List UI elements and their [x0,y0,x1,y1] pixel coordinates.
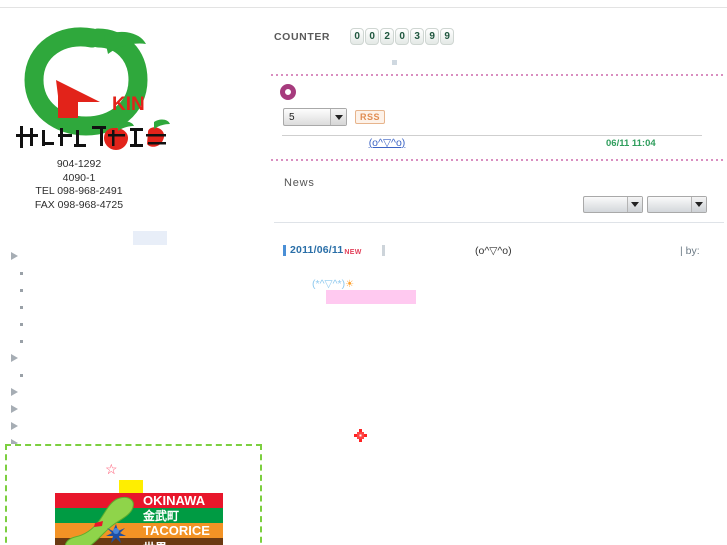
sidebar-item-5[interactable] [8,333,258,350]
new-badge: NEW [344,248,362,256]
triangle-right-icon [11,388,18,396]
dotted-divider-top [271,74,723,76]
tacorice-banner[interactable]: ☆ OKINAWA 金武町 TACORICE [5,444,262,545]
post-header: 2011/06/11 NEW [283,244,385,256]
flower-decor-graphic [354,429,367,442]
news-filter-year-select[interactable] [583,196,643,213]
feed-entry-timestamp: 06/11 11:04 [606,138,656,149]
address-line: 4090-1 [62,171,96,184]
small-square-decor [392,60,397,65]
post-title[interactable]: (o^▽^o) [475,245,512,257]
sidebar-item-6[interactable] [8,350,258,367]
chevron-down-icon [330,109,346,125]
feed-entry-divider [282,135,702,136]
flower-decor-icon [351,426,371,446]
feed-count-value: 5 [289,111,295,123]
square-bullet-icon [20,374,23,377]
news-heading: News [284,177,315,189]
counter-digit: 0 [350,28,365,45]
triangle-right-icon [11,354,18,362]
okinawa-tacorice-graphic: OKINAWA 金武町 TACORICE 世界 [55,493,223,545]
feed-entry-link[interactable]: (o^▽^o) [282,137,492,149]
banner-text-sekai: 世界 [143,540,167,545]
banner-text-kin: 金武町 [142,508,179,523]
rss-badge[interactable]: RSS [355,110,386,124]
counter-label: COUNTER [274,30,331,43]
highlighted-text-block [326,290,416,304]
visitor-counter: COUNTER 0 0 2 0 3 9 9 [274,28,455,45]
counter-digit: 9 [425,28,440,45]
counter-digit: 2 [380,28,395,45]
feed-count-select[interactable]: 5 [283,108,347,126]
news-filter-category-select[interactable] [647,196,707,213]
sidebar-nav [8,248,258,452]
square-bullet-icon [20,340,23,343]
post-byline: | by: [680,245,700,257]
feed-controls: 5 RSS [283,108,386,126]
post-accent-bar [283,244,286,256]
post-date: 2011/06/11 [290,244,344,256]
sidebar-item-8[interactable] [8,384,258,401]
ring-bullet-icon [280,84,296,100]
emoticon-text: (*^▽^*) [312,278,346,290]
sun-icon: ☀ [345,279,355,290]
sidebar-item-0[interactable] [8,248,258,265]
chevron-down-icon [691,197,706,212]
telephone: TEL 098-968-2491 [35,185,123,197]
sidebar-item-4[interactable] [8,316,258,333]
page-root: KIN 904-1292 4090-1 TEL 098-968-2491 FAX… [0,0,727,545]
news-filters [583,196,707,213]
sidebar-item-1[interactable] [8,265,258,282]
banner-text-okinawa: OKINAWA [143,493,206,508]
dotted-divider-bottom [271,159,723,161]
news-divider [274,222,724,223]
sidebar-item-9[interactable] [8,401,258,418]
counter-digits: 0 0 2 0 3 9 9 [350,28,455,45]
square-bullet-icon [20,272,23,275]
sidebar-item-2[interactable] [8,282,258,299]
counter-digit: 0 [395,28,410,45]
chevron-down-icon [627,197,642,212]
square-bullet-icon [20,289,23,292]
square-bullet-icon [20,306,23,309]
sidebar-item-10[interactable] [8,418,258,435]
counter-digit: 9 [440,28,455,45]
main-content: COUNTER 0 0 2 0 3 9 9 5 RSS (o^▽^o) 06/1… [268,8,727,545]
svg-text:KIN: KIN [112,94,145,115]
sidebar-item-7[interactable] [8,367,258,384]
post-separator-bar [381,244,385,256]
banner-text-tacorice: TACORICE [143,523,210,538]
banner-artwork: OKINAWA 金武町 TACORICE 世界 [55,493,223,545]
counter-digit: 0 [365,28,380,45]
triangle-right-icon [11,422,18,430]
star-icon: ☆ [105,461,118,477]
sidebar: KIN 904-1292 4090-1 TEL 098-968-2491 FAX… [0,8,268,545]
site-logo[interactable]: KIN [8,24,176,154]
sidebar-placeholder-chip[interactable] [133,231,167,245]
sidebar-item-3[interactable] [8,299,258,316]
postal-code: 904-1292 [56,158,102,170]
triangle-right-icon [11,405,18,413]
square-bullet-icon [20,323,23,326]
logo-graphic: KIN [16,27,170,150]
fax: FAX 098-968-4725 [34,198,124,211]
counter-digit: 3 [410,28,425,45]
post-body-emoticon: (*^▽^*)☀ [312,278,354,290]
triangle-right-icon [11,252,18,260]
contact-address: 904-1292 4090-1 TEL 098-968-2491 FAX 098… [4,158,154,212]
